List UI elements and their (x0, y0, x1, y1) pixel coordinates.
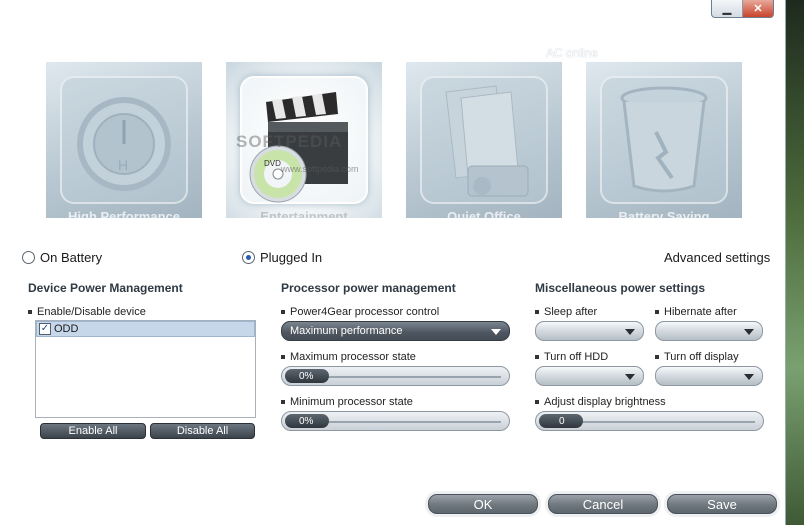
window-caption-buttons: ▁ ✕ (711, 0, 774, 18)
enable-disable-device-label: Enable/Disable device (28, 306, 146, 318)
sleep-after-label: Sleep after (535, 306, 597, 318)
min-processor-state-label: Minimum processor state (281, 396, 413, 408)
bullet-icon (655, 355, 659, 359)
processor-control-text: Power4Gear processor control (290, 306, 440, 318)
minimize-button[interactable]: ▁ (712, 0, 743, 17)
turn-off-display-text: Turn off display (664, 351, 739, 363)
tile-label: Battery Saving (618, 209, 710, 218)
bullet-icon (281, 310, 285, 314)
device-list[interactable]: ✓ ODD (35, 320, 256, 418)
sleep-after-dropdown[interactable] (535, 321, 644, 341)
radio-plugged-in[interactable]: Plugged In (242, 250, 322, 265)
enable-all-button[interactable]: Enable All (40, 423, 146, 439)
bullet-icon (281, 355, 285, 359)
ok-button[interactable]: OK (428, 494, 538, 514)
radio-on-battery-label: On Battery (40, 250, 103, 265)
slider-handle[interactable]: 0 (539, 414, 583, 428)
svg-text:DVD: DVD (264, 159, 281, 168)
bullet-icon (535, 310, 539, 314)
radio-circle[interactable] (22, 251, 35, 264)
hibernate-after-label: Hibernate after (655, 306, 737, 318)
max-processor-state-slider[interactable]: 0% (281, 366, 510, 386)
max-processor-state-text: Maximum processor state (290, 351, 416, 363)
turn-off-hdd-text: Turn off HDD (544, 351, 609, 363)
power4gear-window: ▁ ✕ H High Performance DVD Entertainment… (0, 0, 786, 525)
chevron-down-icon (744, 329, 754, 335)
display-brightness-text: Adjust display brightness (544, 396, 666, 408)
disable-all-button[interactable]: Disable All (150, 423, 255, 439)
radio-circle[interactable] (242, 251, 255, 264)
bullet-icon (28, 310, 32, 314)
bullet-icon (655, 310, 659, 314)
tile-quiet-office[interactable]: Quiet Office (406, 62, 562, 218)
max-processor-state-label: Maximum processor state (281, 351, 416, 363)
turn-off-hdd-dropdown[interactable] (535, 366, 644, 386)
display-brightness-slider[interactable]: 0 (535, 411, 764, 431)
chevron-down-icon (625, 374, 635, 380)
slider-handle[interactable]: 0% (285, 369, 329, 383)
advanced-settings-link[interactable]: Advanced settings (664, 250, 770, 265)
processor-power-title: Processor power management (281, 281, 456, 295)
bullet-icon (535, 400, 539, 404)
chevron-down-icon (625, 329, 635, 335)
processor-control-dropdown[interactable]: Maximum performance (281, 321, 510, 341)
radio-selected-dot (246, 255, 251, 260)
tile-label: High Performance (68, 209, 180, 218)
ac-status-text: AC online (546, 46, 599, 60)
min-processor-state-text: Minimum processor state (290, 396, 413, 408)
bullet-icon (535, 355, 539, 359)
device-power-title: Device Power Management (28, 281, 183, 295)
processor-control-label: Power4Gear processor control (281, 306, 439, 318)
list-item[interactable]: ✓ ODD (36, 321, 255, 337)
bullet-icon (281, 400, 285, 404)
slider-track (322, 376, 501, 378)
slider-track (576, 421, 755, 423)
min-processor-state-slider[interactable]: 0% (281, 411, 510, 431)
speedometer-icon: H (77, 97, 171, 191)
slider-handle[interactable]: 0% (285, 414, 329, 428)
turn-off-display-dropdown[interactable] (655, 366, 763, 386)
tile-label: Quiet Office (447, 209, 521, 218)
turn-off-hdd-label: Turn off HDD (535, 351, 608, 363)
misc-power-title: Miscellaneous power settings (535, 281, 706, 295)
slider-track (322, 421, 501, 423)
save-button[interactable]: Save (667, 494, 777, 514)
tile-high-performance[interactable]: H High Performance (46, 62, 202, 218)
projector-documents-icon (445, 85, 529, 197)
device-checkbox[interactable]: ✓ (39, 323, 51, 335)
device-name: ODD (54, 323, 79, 335)
softpedia-watermark: SOFTPEDIA (236, 132, 343, 151)
processor-control-value: Maximum performance (290, 325, 403, 337)
radio-plugged-in-label: Plugged In (260, 250, 323, 265)
hibernate-after-text: Hibernate after (664, 306, 737, 318)
enable-disable-device-text: Enable/Disable device (37, 306, 146, 318)
chevron-down-icon (744, 374, 754, 380)
softpedia-watermark-url: www.softpedia.com (281, 164, 359, 174)
cancel-button[interactable]: Cancel (548, 494, 658, 514)
close-button[interactable]: ✕ (743, 0, 773, 17)
desktop-background (784, 0, 804, 525)
hibernate-after-dropdown[interactable] (655, 321, 763, 341)
recycle-bin-icon (620, 86, 708, 193)
turn-off-display-label: Turn off display (655, 351, 739, 363)
sleep-after-text: Sleep after (544, 306, 598, 318)
radio-on-battery[interactable]: On Battery (22, 250, 102, 265)
tile-battery-saving[interactable]: Battery Saving (586, 62, 742, 218)
svg-text:H: H (118, 157, 128, 173)
tile-label: Entertainment (260, 209, 348, 218)
chevron-down-icon (491, 329, 501, 335)
display-brightness-label: Adjust display brightness (535, 396, 666, 408)
